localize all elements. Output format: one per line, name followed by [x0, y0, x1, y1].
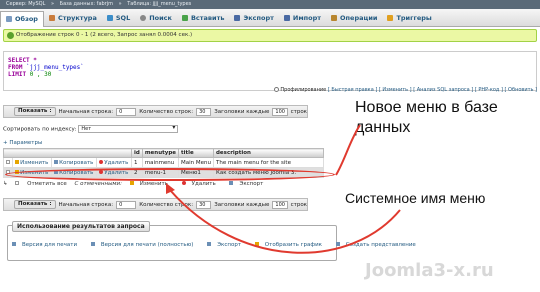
annotation-arrows — [166, 124, 401, 254]
watermark: Joomla3-x.ru — [365, 260, 494, 281]
arrowhead — [166, 183, 175, 194]
arrow-to-new-menu — [335, 124, 361, 176]
arrow-to-menutype — [169, 189, 401, 254]
